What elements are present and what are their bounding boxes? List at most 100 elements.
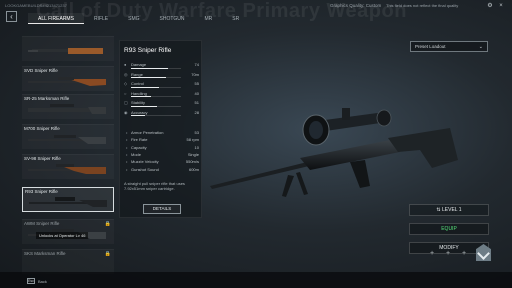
- spec-row: • Fire Rate 58 rpm: [124, 137, 199, 143]
- stat-value: 28: [194, 109, 199, 115]
- tab-smg[interactable]: SMG: [118, 13, 149, 24]
- spec-value: 550m/s: [185, 159, 199, 165]
- equip-button[interactable]: EQUIP: [409, 223, 489, 235]
- bullet-icon: •: [126, 159, 128, 165]
- weapon-item[interactable]: SV-98 Sniper Rifle: [22, 154, 114, 179]
- weapon-name: SKS Marksman Rifle: [24, 251, 66, 256]
- tab-sr[interactable]: SR: [222, 13, 249, 24]
- rifle-icon: [28, 135, 106, 144]
- weapon-item-selected[interactable]: R93 Sniper Rifle: [22, 187, 114, 212]
- spec-label: Mode: [131, 151, 142, 157]
- rifle-icon: [28, 48, 103, 54]
- tab-all-firearms[interactable]: ALL FIREARMS: [28, 13, 84, 24]
- spec-row: • Capacity 10: [124, 145, 199, 151]
- weapon-title: R93 Sniper Rifle: [124, 47, 172, 54]
- chevron-down-icon: ⌄: [478, 44, 483, 50]
- stat-bar-fill: [131, 77, 166, 78]
- spec-value: Single: [187, 151, 199, 157]
- bullet-icon: •: [126, 144, 128, 150]
- stat-icon: ◉: [124, 109, 128, 115]
- tab-mr[interactable]: MR: [195, 13, 223, 24]
- stat-row: ◎ Range 70m: [124, 72, 199, 79]
- spec-value: 600m: [188, 166, 199, 172]
- settings-icon[interactable]: ⚙: [486, 2, 494, 10]
- stat-row: ▢ Stability 51: [124, 100, 199, 107]
- stat-label: Accuracy: [131, 109, 148, 115]
- nav-icon-1[interactable]: +: [427, 249, 437, 259]
- back-arrow-button[interactable]: ‹: [6, 11, 17, 22]
- spec-label: Capacity: [131, 144, 147, 150]
- spec-label: Muzzle Velocity: [131, 159, 159, 165]
- stat-label: Handling: [131, 90, 147, 96]
- weapon-item-partial[interactable]: [22, 36, 114, 61]
- stat-icon: ◎: [124, 71, 128, 77]
- weapon-item[interactable]: M700 Sniper Rifle: [22, 124, 114, 149]
- stat-bar-fill: [131, 86, 159, 88]
- spec-value: 53: [194, 130, 199, 135]
- stat-icon: ○: [124, 90, 127, 96]
- stat-bar: [131, 86, 181, 88]
- rifle-icon: [28, 77, 106, 86]
- rifle-icon: [29, 197, 107, 207]
- bullet-icon: •: [126, 130, 128, 135]
- back-label[interactable]: Back: [38, 279, 47, 284]
- stat-bar-fill: [131, 67, 168, 69]
- nav-icon-3[interactable]: +: [459, 249, 469, 259]
- stat-icon: ◇: [124, 81, 128, 86]
- stat-label: Stability: [131, 100, 146, 105]
- stat-row: ● Damage 74: [124, 62, 199, 69]
- spec-row: • Gunshot Sound 600m: [124, 167, 199, 173]
- stat-row: ◉ Accuracy 28: [124, 110, 199, 117]
- stat-row: ◇ Control 55: [124, 81, 199, 88]
- esc-key-icon[interactable]: Esc: [27, 278, 35, 284]
- tab-shotgun[interactable]: SHOTGUN: [150, 13, 195, 24]
- lock-icon: 🔒: [104, 251, 111, 257]
- stat-bar: [131, 67, 181, 69]
- spec-label: Gunshot Sound: [131, 166, 159, 172]
- stat-bar-fill: [131, 96, 151, 97]
- bullet-icon: •: [126, 137, 128, 143]
- spec-value: 10: [194, 144, 199, 150]
- weapon-details-panel: R93 Sniper Rifle ● Damage 74 ◎ Range 70m ◇ Cont…: [119, 40, 202, 218]
- preset-label: Preset Loadout: [415, 44, 446, 49]
- stat-row: ○ Handling 40: [124, 91, 199, 98]
- spec-row: • Armor Penetration 53: [124, 130, 199, 136]
- bullet-icon: •: [126, 166, 128, 172]
- stat-bar: [131, 115, 181, 116]
- stat-label: Control: [131, 81, 144, 86]
- details-button[interactable]: DETAILS: [143, 204, 181, 214]
- spec-row: • Mode Single: [124, 152, 199, 158]
- weapon-item-locked[interactable]: AWM Sniper Rifle 🔒 Unlocks at Operator L…: [22, 219, 114, 244]
- level-label: LEVEL 1: [442, 207, 462, 213]
- unlock-requirement: Unlocks at Operator Lv 46: [36, 232, 89, 239]
- level-indicator: ⇅ LEVEL 1: [409, 204, 489, 216]
- weapon-item-locked[interactable]: SKS Marksman Rifle 🔒: [22, 249, 114, 274]
- stat-bar: [131, 105, 181, 107]
- bottom-bar: [0, 272, 512, 288]
- stat-bar: [131, 96, 181, 97]
- stat-icon: ●: [124, 62, 127, 67]
- stat-icon: ▢: [124, 100, 128, 105]
- stat-value: 40: [194, 90, 199, 96]
- spec-row: • Muzzle Velocity 550m/s: [124, 159, 199, 165]
- graphics-quality-text: Graphics Quality: Custom: [330, 3, 382, 8]
- spec-label: Armor Penetration: [131, 130, 164, 135]
- stat-bar: [131, 77, 181, 78]
- stat-bar-fill: [131, 105, 157, 107]
- rifle-icon: [28, 164, 106, 174]
- quality-note-text: This field does not reflect the final qu…: [386, 3, 459, 8]
- weapon-item[interactable]: SR-25 Marksman Rifle: [22, 94, 114, 119]
- spec-value: 58 rpm: [186, 137, 199, 143]
- weapon-item[interactable]: SVD Sniper Rifle: [22, 66, 114, 91]
- stat-value: 55: [194, 81, 199, 86]
- stat-label: Damage: [131, 62, 147, 67]
- spec-label: Fire Rate: [131, 137, 148, 143]
- close-icon[interactable]: ×: [497, 2, 505, 10]
- preset-loadout-dropdown[interactable]: Preset Loadout ⌄: [410, 41, 488, 52]
- tab-rifle[interactable]: RIFLE: [84, 13, 118, 24]
- level-icon: ⇅: [436, 207, 441, 213]
- weapon-description: A straight pull sniper rifle that uses 7…: [124, 181, 185, 191]
- weapon-render: [210, 108, 458, 197]
- stat-value: 51: [194, 100, 199, 105]
- nav-icon-2[interactable]: +: [443, 249, 453, 259]
